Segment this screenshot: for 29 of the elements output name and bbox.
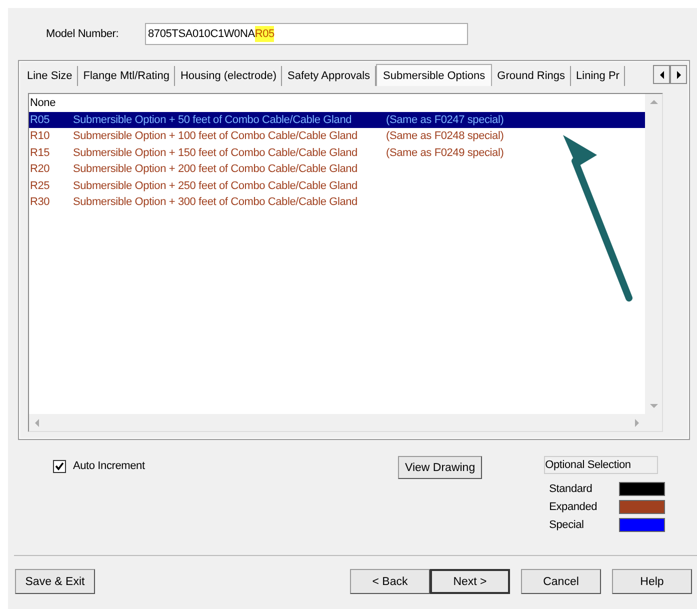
right-arrow-icon[interactable] (634, 418, 640, 426)
left-arrow-icon (658, 70, 664, 78)
up-arrow-icon[interactable] (650, 99, 658, 105)
option-row[interactable]: R20 Submersible Option + 200 feet of Combo Cable/Cable Gland (29, 161, 645, 178)
checkbox-label: Auto Increment (73, 460, 145, 472)
legend-label: Expanded (549, 501, 598, 513)
option-row[interactable]: R15 Submersible Option + 150 feet of Combo Cable/Cable Gland (Same as F0249 special) (29, 144, 645, 161)
legend-title: Optional Selection (544, 456, 658, 474)
tab[interactable]: Submersible Options (376, 64, 492, 86)
dialog-button[interactable]: Help (612, 569, 692, 594)
option-row[interactable]: R10 Submersible Option + 100 feet of Combo Cable/Cable Gland (Same as F0248 special) (29, 128, 645, 144)
dialog-button[interactable]: Next > (430, 569, 510, 594)
left-arrow-icon[interactable] (34, 418, 40, 426)
right-arrow-icon (676, 70, 682, 78)
option-row[interactable]: None (29, 95, 645, 112)
save-exit-button[interactable]: Save & Exit (15, 569, 95, 594)
scroll-left-button[interactable] (653, 65, 670, 84)
legend-label: Standard (549, 483, 592, 495)
checkbox[interactable] (53, 460, 66, 473)
down-arrow-icon[interactable] (650, 403, 658, 409)
option-row[interactable]: R05 Submersible Option + 50 feet of Combo Cable/Cable Gland (Same as F0247 special) (29, 112, 647, 128)
option-row[interactable]: R30 Submersible Option + 300 feet of Combo Cable/Cable Gland (29, 194, 645, 210)
view-drawing-button[interactable]: View Drawing (398, 456, 482, 479)
legend-label: Special (549, 519, 584, 531)
dialog-button[interactable]: < Back (350, 569, 430, 594)
model-number-label: Model Number: (46, 28, 120, 40)
scroll-right-button[interactable] (670, 65, 687, 84)
option-row[interactable]: R25 Submersible Option + 250 feet of Combo Cable/Cable Gland (29, 178, 645, 194)
dialog-button[interactable]: Cancel (521, 569, 601, 594)
